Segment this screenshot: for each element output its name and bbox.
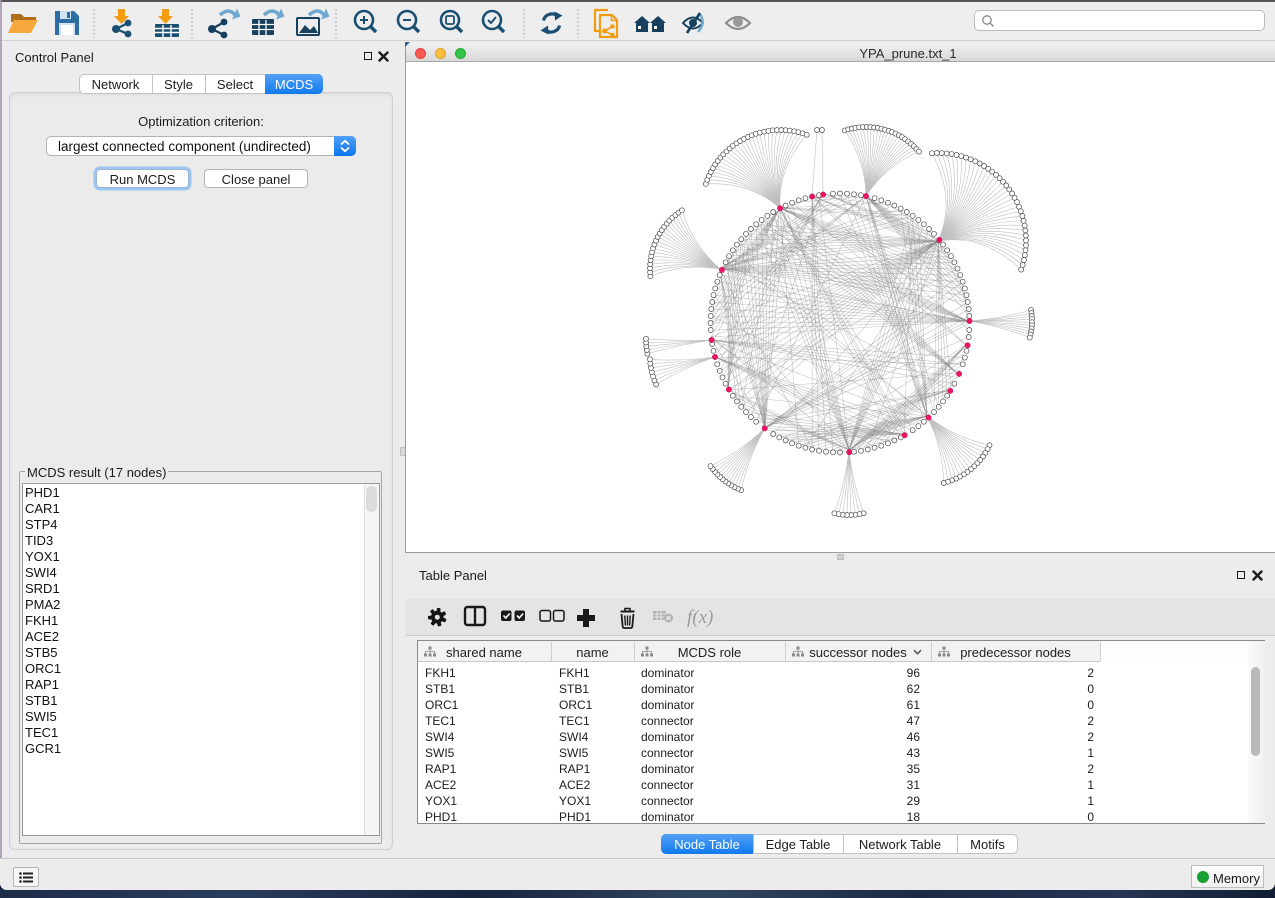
svg-text:f(x): f(x) — [687, 607, 713, 628]
